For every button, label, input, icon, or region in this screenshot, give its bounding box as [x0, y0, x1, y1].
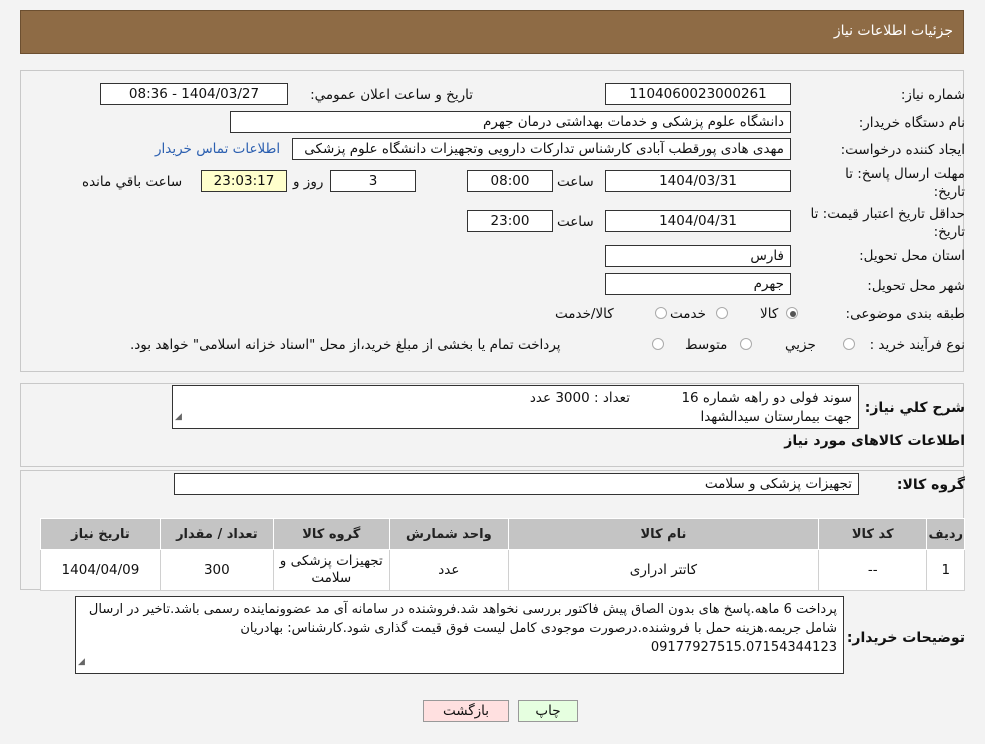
- goods-group-field: تجهیزات پزشکی و سلامت: [174, 473, 859, 495]
- buyer-contact-link[interactable]: اطلاعات تماس خریدار: [155, 141, 280, 157]
- days-label: روز و: [293, 174, 324, 190]
- category-option-goods-service: کالا/خدمت: [555, 306, 614, 322]
- col-qty: تعداد / مقدار: [159, 518, 274, 550]
- buyer-field: دانشگاه علوم پزشکی و خدمات بهداشتی درمان…: [230, 111, 791, 133]
- announce-label: تاریخ و ساعت اعلان عمومي:: [310, 87, 473, 103]
- col-row: ردیف: [926, 518, 965, 550]
- buyer-notes-label: توضیحات خریدار:: [846, 630, 965, 646]
- validity-label: حداقل تاریخ اعتبار قیمت: تا: [810, 206, 965, 222]
- process-option-minor: جزیي: [785, 337, 816, 353]
- deadline-time-field: 08:00: [467, 170, 553, 192]
- buyer-notes-textarea[interactable]: پرداخت 6 ماهه.پاسخ های بدون الصاق پیش فا…: [75, 596, 844, 674]
- process-radio-medium[interactable]: [740, 338, 752, 350]
- buyer-notes-text: پرداخت 6 ماهه.پاسخ های بدون الصاق پیش فا…: [88, 602, 837, 655]
- buyer-label: نام دستگاه خریدار:: [858, 115, 965, 131]
- summary-line-1: سوند فولی دو راهه شماره 16 تعداد : 3000 …: [529, 390, 852, 406]
- category-radio-goods-service[interactable]: [655, 307, 667, 319]
- validity-time-field: 23:00: [467, 210, 553, 232]
- cell-unit: عدد: [388, 549, 509, 591]
- city-field: جهرم: [605, 273, 791, 295]
- table-header-row: ردیف کد کالا نام کالا واحد شمارش گروه کا…: [40, 518, 965, 550]
- page-title: جزئیات اطلاعات نیاز: [833, 23, 953, 39]
- validity-label-date: تاریخ:: [933, 224, 965, 240]
- cell-date: 1404/04/09: [40, 549, 161, 591]
- summary-textarea[interactable]: سوند فولی دو راهه شماره 16 تعداد : 3000 …: [172, 385, 859, 429]
- page-header: جزئیات اطلاعات نیاز: [20, 10, 964, 54]
- col-unit: واحد شمارش: [388, 518, 509, 550]
- print-button[interactable]: چاپ: [518, 700, 578, 722]
- back-button[interactable]: بازگشت: [423, 700, 509, 722]
- need-number-label: شماره نیاز:: [900, 87, 965, 103]
- deadline-time-label: ساعت: [557, 174, 594, 190]
- col-code: کد کالا: [817, 518, 928, 550]
- province-field: فارس: [605, 245, 791, 267]
- creator-field: مهدی هادی پورقطب آبادی کارشناس تدارکات د…: [292, 138, 791, 160]
- province-label: استان محل تحویل:: [859, 248, 965, 264]
- category-radio-goods[interactable]: [786, 307, 798, 319]
- deadline-date-field: 1404/03/31: [605, 170, 791, 192]
- goods-section-title: اطلاعات کالاهای مورد نیاز: [784, 433, 965, 449]
- col-name: نام کالا: [507, 518, 819, 550]
- resize-grip-icon[interactable]: ◢: [175, 408, 182, 427]
- cell-row: 1: [926, 549, 965, 591]
- resize-grip-icon[interactable]: ◢: [78, 653, 85, 672]
- validity-date-field: 1404/04/31: [605, 210, 791, 232]
- category-radio-service[interactable]: [716, 307, 728, 319]
- goods-group-label: گروه کالا:: [896, 477, 965, 493]
- cell-group: تجهیزات پزشکی و سلامت: [272, 549, 390, 591]
- validity-time-label: ساعت: [557, 214, 594, 230]
- col-group: گروه کالا: [272, 518, 390, 550]
- deadline-label-date: تاریخ:: [933, 184, 965, 200]
- cell-code: --: [817, 549, 928, 591]
- category-option-goods: کالا: [760, 306, 779, 322]
- deadline-label: مهلت ارسال پاسخ: تا: [845, 166, 965, 182]
- cell-qty: 300: [159, 549, 274, 591]
- city-label: شهر محل تحویل:: [867, 278, 965, 294]
- process-checkbox-treasury[interactable]: [652, 338, 664, 350]
- category-option-service: خدمت: [670, 306, 706, 322]
- items-table: ردیف کد کالا نام کالا واحد شمارش گروه کا…: [40, 518, 965, 591]
- table-row: 1 -- کاتتر ادراری عدد تجهیزات پزشکی و سل…: [40, 549, 965, 591]
- days-field: 3: [330, 170, 416, 192]
- announce-field: 1404/03/27 - 08:36: [100, 83, 288, 105]
- need-number-field: 1104060023000261: [605, 83, 791, 105]
- remaining-label: ساعت باقي مانده: [82, 174, 183, 190]
- remaining-time-field: 23:03:17: [201, 170, 287, 192]
- summary-line-2: جهت بیمارستان سیدالشهدا: [700, 409, 852, 425]
- summary-label: شرح کلي نیاز:: [864, 400, 965, 416]
- process-note: پرداخت تمام یا بخشی از مبلغ خرید،از محل …: [130, 337, 561, 353]
- process-radio-minor[interactable]: [843, 338, 855, 350]
- cell-name: کاتتر ادراری: [507, 549, 819, 591]
- category-label: طبقه بندی موضوعی:: [845, 306, 965, 322]
- process-label: نوع فرآیند خرید :: [869, 337, 965, 353]
- col-date: تاریخ نیاز: [40, 518, 161, 550]
- process-option-medium: متوسط: [685, 337, 728, 353]
- creator-label: ایجاد کننده درخواست:: [840, 142, 965, 158]
